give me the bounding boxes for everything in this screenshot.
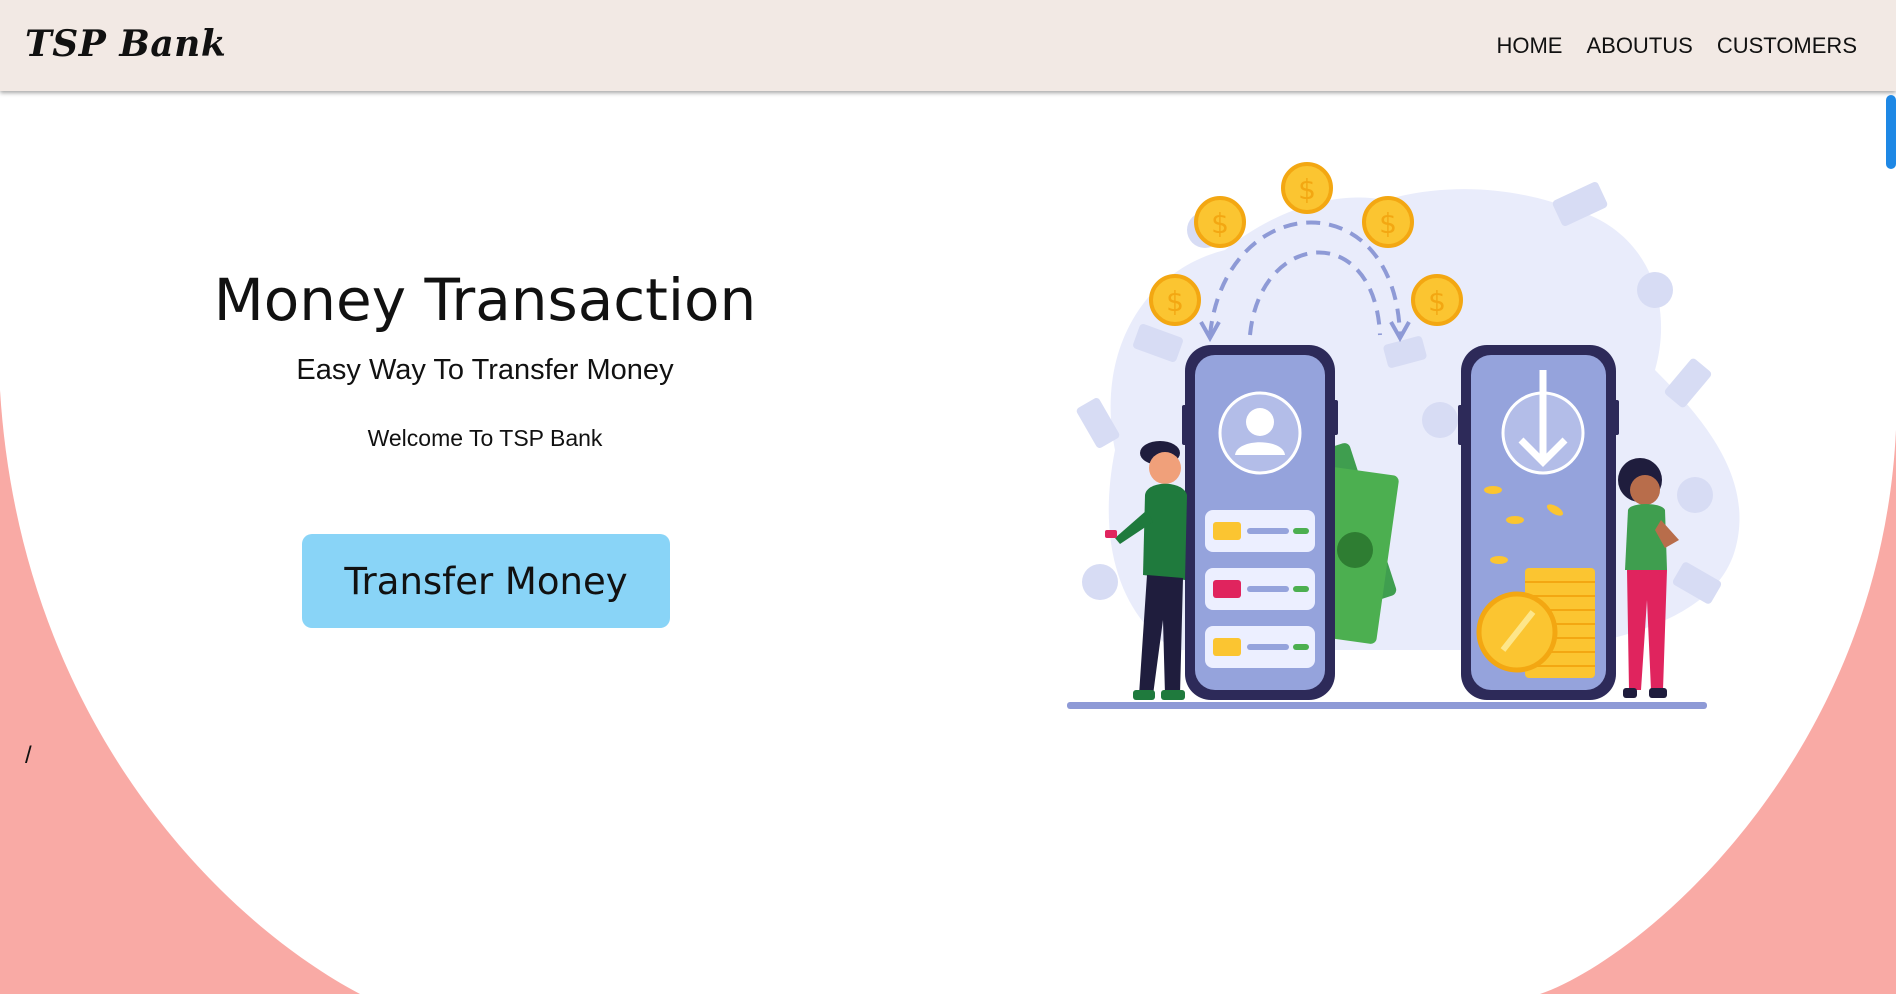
user-profile-icon xyxy=(1218,391,1302,475)
hero-subtitle: Easy Way To Transfer Money xyxy=(296,354,674,386)
stray-text: / xyxy=(25,742,32,769)
credit-card-row xyxy=(1205,568,1315,610)
receiver-phone xyxy=(1458,345,1619,700)
dollar-coin-icon: $ xyxy=(1281,162,1333,214)
svg-text:$: $ xyxy=(1379,207,1397,240)
hero-welcome-text: Welcome To TSP Bank xyxy=(367,425,603,451)
ground-line xyxy=(1067,702,1707,709)
scrollbar[interactable] xyxy=(1886,91,1896,994)
svg-text:$: $ xyxy=(1211,207,1229,240)
dollar-coin-icon: $ xyxy=(1411,274,1463,326)
sender-phone xyxy=(1182,345,1338,700)
nav-links: HOME ABOUTUS CUSTOMERS xyxy=(1496,33,1857,59)
scrollbar-thumb[interactable] xyxy=(1886,95,1896,169)
credit-card-row xyxy=(1205,510,1315,552)
hero-title: Money Transaction xyxy=(213,266,757,334)
transfer-money-button[interactable]: Transfer Money xyxy=(302,534,670,628)
svg-text:$: $ xyxy=(1298,173,1316,206)
svg-text:$: $ xyxy=(1428,285,1446,318)
nav-link-customers[interactable]: CUSTOMERS xyxy=(1717,33,1857,59)
credit-card-row xyxy=(1205,626,1315,668)
nav-link-aboutus[interactable]: ABOUTUS xyxy=(1586,33,1692,59)
dollar-coin-icon: $ xyxy=(1194,196,1246,248)
dollar-coin-icon: $ xyxy=(1362,196,1414,248)
svg-text:$: $ xyxy=(1166,285,1184,318)
navbar: TSP Bank HOME ABOUTUS CUSTOMERS xyxy=(0,0,1896,91)
brand-logo[interactable]: TSP Bank xyxy=(25,23,226,65)
dollar-coin-icon: $ xyxy=(1149,274,1201,326)
money-transfer-illustration: $ $ $ $ $ xyxy=(1067,162,1740,709)
nav-link-home[interactable]: HOME xyxy=(1496,33,1562,59)
